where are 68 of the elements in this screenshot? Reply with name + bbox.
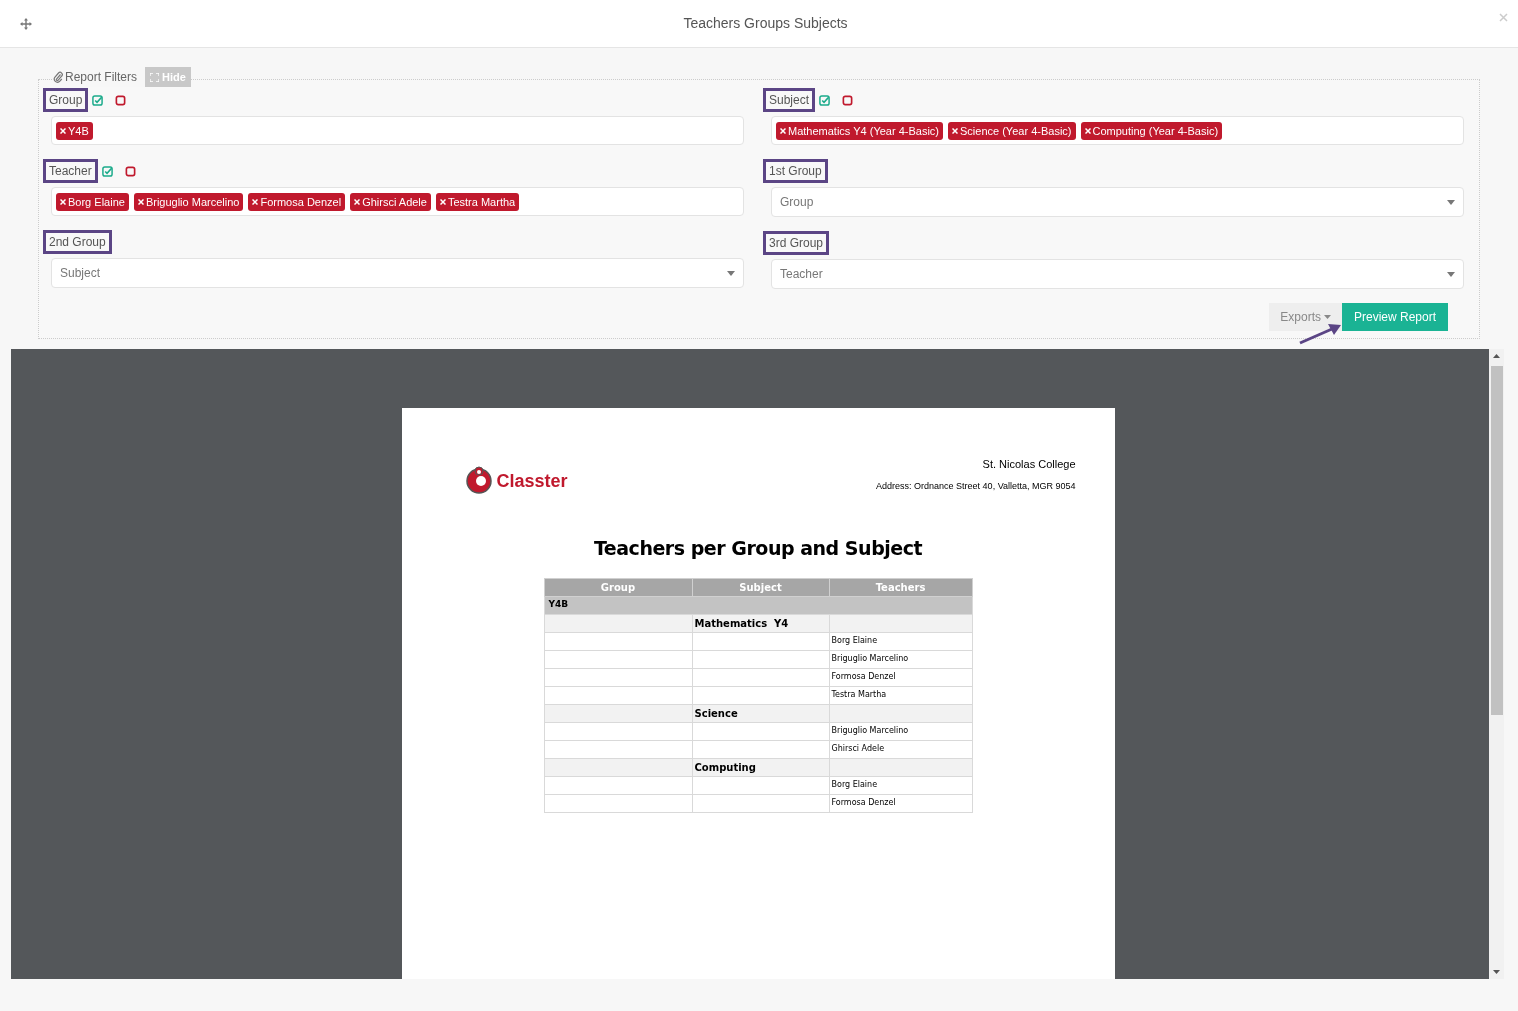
column-header: Teachers (829, 578, 972, 596)
caret-icon (1323, 315, 1331, 319)
teacher-cell: Formosa Denzel (829, 668, 972, 686)
filter-tag[interactable]: Ghirsci Adele (350, 192, 431, 211)
tag-field[interactable]: Borg Elaine Briguglio Marcelino Formosa Denzel Ghirsci Adele Testra Martha (51, 187, 744, 216)
select-all-icon[interactable] (92, 94, 104, 106)
school-name: St. Nicolas College (982, 457, 1076, 472)
subject-cell: Science (692, 704, 829, 722)
column-header: Group (544, 578, 692, 596)
remove-icon[interactable] (60, 198, 66, 205)
tag-field[interactable]: Mathematics Y4 (Year 4-Basic) Science (Year 4-Basic) Computing (Year 4-Basic) (771, 116, 1464, 145)
tag-field[interactable]: Y4B (51, 116, 744, 145)
scrollbar-thumb[interactable] (1490, 366, 1503, 715)
remove-icon[interactable] (354, 198, 361, 205)
select-field[interactable]: Teacher (771, 259, 1464, 289)
move-icon[interactable] (20, 17, 32, 30)
pointer-arrow (1298, 323, 1342, 345)
teacher-cell: Testra Martha (829, 686, 972, 704)
logo-icon (463, 466, 494, 496)
filter-label: 2nd Group (43, 230, 112, 254)
remove-icon[interactable] (137, 198, 144, 205)
filter-tag[interactable]: Borg Elaine (56, 192, 129, 211)
filter-tag[interactable]: Science (Year 4-Basic) (948, 121, 1076, 140)
remove-icon[interactable] (439, 198, 446, 205)
subject-cell: Computing (692, 758, 829, 776)
filter-tag[interactable]: Mathematics Y4 (Year 4-Basic) (776, 121, 943, 140)
dropdown-caret-icon (1447, 199, 1455, 205)
filter-label: 1st Group (763, 159, 828, 183)
group-row-cell: Y4B (544, 596, 972, 614)
collapse-icon (150, 72, 160, 82)
column-header: Subject (692, 578, 829, 596)
clear-icon[interactable] (842, 94, 854, 106)
select-all-icon[interactable] (819, 94, 831, 106)
teacher-cell: Ghirsci Adele (829, 740, 972, 758)
filter-label: Subject (763, 88, 816, 112)
clear-icon[interactable] (124, 165, 136, 177)
filter-tag[interactable]: Y4B (56, 121, 93, 140)
logo-text: Classter (496, 469, 568, 493)
dropdown-caret-icon (1447, 271, 1455, 277)
teacher-cell: Briguglio Marcelino (829, 650, 972, 668)
teacher-cell: Borg Elaine (829, 632, 972, 650)
teacher-cell: Formosa Denzel (829, 794, 972, 812)
remove-icon[interactable] (60, 127, 66, 134)
clear-icon[interactable] (115, 94, 127, 106)
dropdown-caret-icon (727, 270, 735, 276)
paperclip-icon (53, 71, 63, 83)
teacher-cell: Briguglio Marcelino (829, 722, 972, 740)
filter-tag[interactable]: Briguglio Marcelino (133, 192, 244, 211)
remove-icon[interactable] (1084, 127, 1091, 134)
filter-tag[interactable]: Formosa Denzel (248, 192, 346, 211)
select-all-icon[interactable] (101, 165, 113, 177)
filter-label: Teacher (43, 159, 98, 183)
remove-icon[interactable] (952, 127, 958, 134)
filter-tag[interactable]: Computing (Year 4-Basic) (1080, 121, 1223, 140)
report-title: Teachers per Group and Subject (592, 536, 924, 561)
exports-button[interactable]: Exports (1269, 303, 1342, 331)
subject-cell: Mathematics Y4 (692, 614, 829, 632)
select-field[interactable]: Subject (51, 258, 744, 288)
remove-icon[interactable] (780, 127, 786, 134)
filter-label: 3rd Group (763, 231, 830, 255)
window-title: Teachers Groups Subjects (683, 14, 848, 33)
school-address: Address: Ordnance Street 40, Valletta, MGR 9054 (876, 479, 1076, 493)
report-filters-label: Report Filters (53, 68, 138, 86)
teacher-cell: Borg Elaine (829, 776, 972, 794)
remove-icon[interactable] (252, 198, 259, 205)
select-field[interactable]: Group (771, 187, 1464, 217)
filter-label: Group (43, 88, 89, 112)
filter-tag[interactable]: Testra Martha (435, 192, 520, 211)
